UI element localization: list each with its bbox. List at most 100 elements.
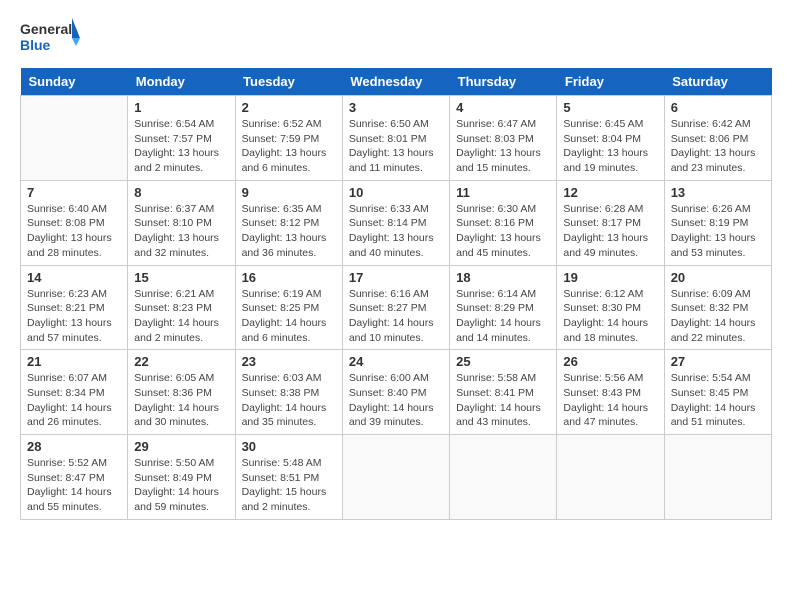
- calendar-cell: 29 Sunrise: 5:50 AMSunset: 8:49 PMDayligh…: [128, 435, 235, 520]
- day-info: Sunrise: 6:45 AMSunset: 8:04 PMDaylight:…: [563, 117, 657, 176]
- day-info: Sunrise: 6:03 AMSunset: 8:38 PMDaylight:…: [242, 371, 336, 430]
- day-info: Sunrise: 5:48 AMSunset: 8:51 PMDaylight:…: [242, 456, 336, 515]
- day-number: 30: [242, 439, 336, 454]
- day-info: Sunrise: 6:05 AMSunset: 8:36 PMDaylight:…: [134, 371, 228, 430]
- day-number: 21: [27, 354, 121, 369]
- day-info: Sunrise: 6:16 AMSunset: 8:27 PMDaylight:…: [349, 287, 443, 346]
- day-number: 25: [456, 354, 550, 369]
- calendar-week-row: 7 Sunrise: 6:40 AMSunset: 8:08 PMDaylight…: [21, 180, 772, 265]
- calendar-cell: 27 Sunrise: 5:54 AMSunset: 8:45 PMDayligh…: [664, 350, 771, 435]
- calendar-cell: 23 Sunrise: 6:03 AMSunset: 8:38 PMDayligh…: [235, 350, 342, 435]
- day-info: Sunrise: 6:12 AMSunset: 8:30 PMDaylight:…: [563, 287, 657, 346]
- day-info: Sunrise: 6:26 AMSunset: 8:19 PMDaylight:…: [671, 202, 765, 261]
- calendar-cell: [450, 435, 557, 520]
- day-number: 7: [27, 185, 121, 200]
- logo-svg: General Blue: [20, 16, 80, 60]
- day-info: Sunrise: 5:52 AMSunset: 8:47 PMDaylight:…: [27, 456, 121, 515]
- day-info: Sunrise: 6:21 AMSunset: 8:23 PMDaylight:…: [134, 287, 228, 346]
- day-number: 20: [671, 270, 765, 285]
- column-header-tuesday: Tuesday: [235, 68, 342, 96]
- calendar-cell: [21, 96, 128, 181]
- day-info: Sunrise: 6:30 AMSunset: 8:16 PMDaylight:…: [456, 202, 550, 261]
- calendar-cell: 9 Sunrise: 6:35 AMSunset: 8:12 PMDaylight…: [235, 180, 342, 265]
- calendar-cell: 15Sunrise: 6:21 AMSunset: 8:23 PMDayligh…: [128, 265, 235, 350]
- day-number: 27: [671, 354, 765, 369]
- calendar-cell: 28 Sunrise: 5:52 AMSunset: 8:47 PMDayligh…: [21, 435, 128, 520]
- day-number: 17: [349, 270, 443, 285]
- day-info: Sunrise: 6:07 AMSunset: 8:34 PMDaylight:…: [27, 371, 121, 430]
- day-number: 9: [242, 185, 336, 200]
- calendar-cell: [557, 435, 664, 520]
- day-info: Sunrise: 6:54 AMSunset: 7:57 PMDaylight:…: [134, 117, 228, 176]
- day-number: 16: [242, 270, 336, 285]
- day-info: Sunrise: 6:47 AMSunset: 8:03 PMDaylight:…: [456, 117, 550, 176]
- column-header-friday: Friday: [557, 68, 664, 96]
- calendar-cell: 30 Sunrise: 5:48 AMSunset: 8:51 PMDayligh…: [235, 435, 342, 520]
- day-info: Sunrise: 6:28 AMSunset: 8:17 PMDaylight:…: [563, 202, 657, 261]
- day-info: Sunrise: 6:00 AMSunset: 8:40 PMDaylight:…: [349, 371, 443, 430]
- calendar-cell: 11 Sunrise: 6:30 AMSunset: 8:16 PMDayligh…: [450, 180, 557, 265]
- day-info: Sunrise: 6:50 AMSunset: 8:01 PMDaylight:…: [349, 117, 443, 176]
- day-number: 19: [563, 270, 657, 285]
- calendar-cell: 22 Sunrise: 6:05 AMSunset: 8:36 PMDayligh…: [128, 350, 235, 435]
- calendar-week-row: 21 Sunrise: 6:07 AMSunset: 8:34 PMDayligh…: [21, 350, 772, 435]
- calendar-cell: 14Sunrise: 6:23 AMSunset: 8:21 PMDayligh…: [21, 265, 128, 350]
- logo: General Blue: [20, 16, 80, 60]
- day-number: 24: [349, 354, 443, 369]
- day-info: Sunrise: 6:35 AMSunset: 8:12 PMDaylight:…: [242, 202, 336, 261]
- calendar-cell: 18Sunrise: 6:14 AMSunset: 8:29 PMDayligh…: [450, 265, 557, 350]
- day-info: Sunrise: 5:56 AMSunset: 8:43 PMDaylight:…: [563, 371, 657, 430]
- day-number: 6: [671, 100, 765, 115]
- day-number: 11: [456, 185, 550, 200]
- calendar-cell: 2Sunrise: 6:52 AMSunset: 7:59 PMDaylight…: [235, 96, 342, 181]
- day-info: Sunrise: 6:37 AMSunset: 8:10 PMDaylight:…: [134, 202, 228, 261]
- column-header-wednesday: Wednesday: [342, 68, 449, 96]
- calendar-cell: 24 Sunrise: 6:00 AMSunset: 8:40 PMDayligh…: [342, 350, 449, 435]
- calendar-cell: 10 Sunrise: 6:33 AMSunset: 8:14 PMDayligh…: [342, 180, 449, 265]
- day-number: 26: [563, 354, 657, 369]
- calendar-cell: 19 Sunrise: 6:12 AMSunset: 8:30 PMDayligh…: [557, 265, 664, 350]
- calendar-cell: 7 Sunrise: 6:40 AMSunset: 8:08 PMDaylight…: [21, 180, 128, 265]
- day-info: Sunrise: 6:52 AMSunset: 7:59 PMDaylight:…: [242, 117, 336, 176]
- day-number: 5: [563, 100, 657, 115]
- column-header-sunday: Sunday: [21, 68, 128, 96]
- day-number: 10: [349, 185, 443, 200]
- calendar-cell: 26 Sunrise: 5:56 AMSunset: 8:43 PMDayligh…: [557, 350, 664, 435]
- day-number: 8: [134, 185, 228, 200]
- day-info: Sunrise: 6:40 AMSunset: 8:08 PMDaylight:…: [27, 202, 121, 261]
- day-number: 4: [456, 100, 550, 115]
- svg-text:General: General: [20, 21, 72, 37]
- calendar-week-row: 28 Sunrise: 5:52 AMSunset: 8:47 PMDayligh…: [21, 435, 772, 520]
- calendar-cell: 8 Sunrise: 6:37 AMSunset: 8:10 PMDaylight…: [128, 180, 235, 265]
- day-number: 22: [134, 354, 228, 369]
- column-header-thursday: Thursday: [450, 68, 557, 96]
- calendar-cell: 12 Sunrise: 6:28 AMSunset: 8:17 PMDayligh…: [557, 180, 664, 265]
- day-number: 1: [134, 100, 228, 115]
- day-info: Sunrise: 6:09 AMSunset: 8:32 PMDaylight:…: [671, 287, 765, 346]
- svg-text:Blue: Blue: [20, 37, 51, 53]
- day-number: 3: [349, 100, 443, 115]
- calendar-week-row: 1 Sunrise: 6:54 AMSunset: 7:57 PMDaylight…: [21, 96, 772, 181]
- day-number: 13: [671, 185, 765, 200]
- day-info: Sunrise: 5:54 AMSunset: 8:45 PMDaylight:…: [671, 371, 765, 430]
- day-info: Sunrise: 6:42 AMSunset: 8:06 PMDaylight:…: [671, 117, 765, 176]
- day-info: Sunrise: 6:33 AMSunset: 8:14 PMDaylight:…: [349, 202, 443, 261]
- day-number: 12: [563, 185, 657, 200]
- calendar-week-row: 14Sunrise: 6:23 AMSunset: 8:21 PMDayligh…: [21, 265, 772, 350]
- calendar-cell: 5 Sunrise: 6:45 AMSunset: 8:04 PMDaylight…: [557, 96, 664, 181]
- day-number: 28: [27, 439, 121, 454]
- calendar-cell: 16 Sunrise: 6:19 AMSunset: 8:25 PMDayligh…: [235, 265, 342, 350]
- day-number: 23: [242, 354, 336, 369]
- day-number: 14: [27, 270, 121, 285]
- calendar-cell: 17 Sunrise: 6:16 AMSunset: 8:27 PMDayligh…: [342, 265, 449, 350]
- column-header-saturday: Saturday: [664, 68, 771, 96]
- calendar-cell: 6 Sunrise: 6:42 AMSunset: 8:06 PMDaylight…: [664, 96, 771, 181]
- column-header-monday: Monday: [128, 68, 235, 96]
- day-number: 29: [134, 439, 228, 454]
- calendar-cell: 4 Sunrise: 6:47 AMSunset: 8:03 PMDaylight…: [450, 96, 557, 181]
- day-info: Sunrise: 5:50 AMSunset: 8:49 PMDaylight:…: [134, 456, 228, 515]
- day-info: Sunrise: 5:58 AMSunset: 8:41 PMDaylight:…: [456, 371, 550, 430]
- day-info: Sunrise: 6:19 AMSunset: 8:25 PMDaylight:…: [242, 287, 336, 346]
- calendar-cell: 25 Sunrise: 5:58 AMSunset: 8:41 PMDayligh…: [450, 350, 557, 435]
- day-info: Sunrise: 6:14 AMSunset: 8:29 PMDaylight:…: [456, 287, 550, 346]
